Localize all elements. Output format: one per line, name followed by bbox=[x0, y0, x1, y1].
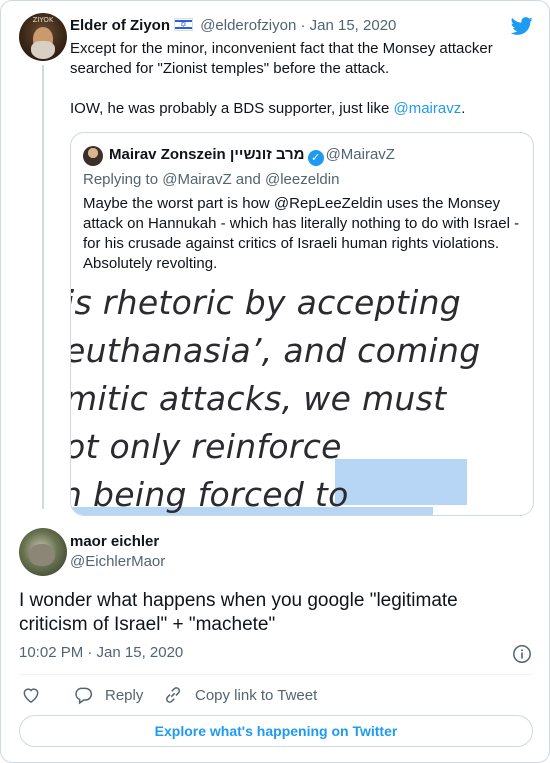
quote-author-handle: @MairavZ bbox=[325, 146, 395, 163]
like-button[interactable] bbox=[21, 685, 41, 705]
reply-tweet-text: I wonder what happens when you google "l… bbox=[19, 590, 458, 635]
link-icon bbox=[165, 687, 181, 703]
explore-twitter-button[interactable]: Explore what's happening on Twitter bbox=[19, 715, 533, 747]
parent-avatar[interactable]: ZIYOK bbox=[19, 13, 67, 61]
parent-author-name[interactable]: Elder of Ziyon bbox=[70, 17, 170, 34]
copy-link-label: Copy link to Tweet bbox=[195, 686, 318, 704]
replying-to: Replying to @MairavZ and @leezeldin bbox=[83, 171, 340, 188]
image-text-line-3: mitic attacks, we must bbox=[71, 379, 447, 418]
reply-author-name[interactable]: maor eichler bbox=[70, 533, 159, 550]
quote-text: Maybe the worst part is how @RepLeeZeldi… bbox=[83, 195, 520, 272]
thread-line bbox=[42, 65, 44, 509]
parent-text-line1: Except for the minor, inconvenient fact … bbox=[70, 40, 493, 77]
quote-header: Mairav Zonszein מרב זונשיין ✓ @MairavZ bbox=[109, 146, 395, 166]
parent-date[interactable]: Jan 15, 2020 bbox=[310, 17, 397, 34]
image-text-line-1: is rhetoric by accepting bbox=[71, 283, 462, 322]
info-icon[interactable] bbox=[512, 644, 532, 664]
header-separator: · bbox=[300, 17, 306, 34]
twitter-logo-icon[interactable] bbox=[510, 15, 534, 37]
quote-author-name: Mairav Zonszein מרב זונשיין bbox=[109, 146, 305, 163]
parent-author-handle[interactable]: @elderofziyon bbox=[200, 17, 296, 34]
parent-text-line2: IOW, he was probably a BDS supporter, ju… bbox=[70, 100, 466, 117]
reply-label: Reply bbox=[105, 686, 144, 704]
parent-header: Elder of Ziyon ✡ @elderofziyon · Jan 15, … bbox=[70, 17, 396, 34]
heart-icon bbox=[23, 688, 39, 703]
israel-flag-icon: ✡ bbox=[174, 18, 194, 31]
verified-badge-icon: ✓ bbox=[307, 150, 324, 166]
highlight-1 bbox=[335, 459, 467, 505]
copy-link-button[interactable]: Copy link to Tweet bbox=[163, 685, 317, 705]
reply-author-handle[interactable]: @EichlerMaor bbox=[70, 553, 165, 570]
parent-tweet-text: Except for the minor, inconvenient fact … bbox=[70, 39, 530, 119]
quoted-tweet[interactable]: Mairav Zonszein מרב זונשיין ✓ @MairavZ Rep… bbox=[70, 132, 534, 516]
image-text-line-2: euthanasia’, and coming bbox=[71, 331, 481, 370]
quote-avatar bbox=[83, 146, 103, 166]
reply-avatar[interactable] bbox=[19, 528, 67, 576]
avatar-label: ZIYOK bbox=[32, 16, 54, 24]
tweet-embed-card: ZIYOK Elder of Ziyon ✡ @elderofziyon · Ja… bbox=[0, 0, 550, 763]
quote-image[interactable]: is rhetoric by accepting euthanasia’, an… bbox=[71, 281, 533, 515]
image-text-line-4: ot only reinforce bbox=[71, 427, 342, 466]
replying-user-1: @MairavZ bbox=[162, 171, 232, 188]
reply-icon bbox=[75, 687, 93, 705]
replying-user-2: @leezeldin bbox=[265, 171, 340, 188]
divider bbox=[19, 674, 533, 675]
reply-button[interactable]: Reply bbox=[73, 685, 143, 705]
tweet-timestamp[interactable]: 10:02 PM · Jan 15, 2020 bbox=[19, 644, 183, 661]
image-text-line-5: n being forced to bbox=[71, 475, 349, 514]
mention-link[interactable]: @mairavz bbox=[393, 100, 461, 117]
